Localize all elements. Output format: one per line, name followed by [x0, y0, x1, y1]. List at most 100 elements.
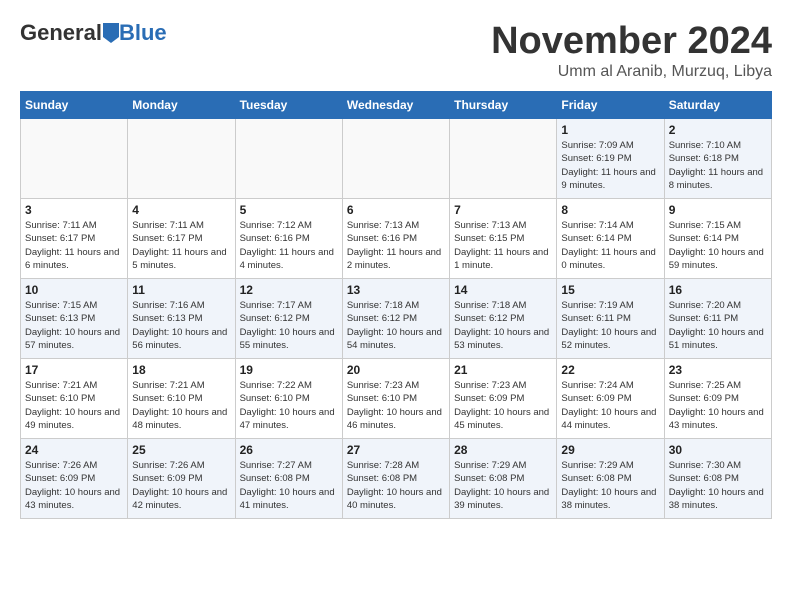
day-number: 8 [561, 203, 659, 217]
calendar-day-cell: 2 Sunrise: 7:10 AM Sunset: 6:18 PM Daylig… [664, 119, 771, 199]
calendar-day-cell [21, 119, 128, 199]
calendar-day-cell: 19 Sunrise: 7:22 AM Sunset: 6:10 PM Dayli… [235, 359, 342, 439]
calendar-day-cell: 24 Sunrise: 7:26 AM Sunset: 6:09 PM Dayli… [21, 439, 128, 519]
day-number: 16 [669, 283, 767, 297]
calendar-week-row: 3 Sunrise: 7:11 AM Sunset: 6:17 PM Daylig… [21, 199, 772, 279]
calendar-day-cell: 13 Sunrise: 7:18 AM Sunset: 6:12 PM Dayli… [342, 279, 449, 359]
day-number: 21 [454, 363, 552, 377]
day-number: 14 [454, 283, 552, 297]
calendar-day-cell: 21Sunrise: 7:23 AM Sunset: 6:09 PM Dayli… [450, 359, 557, 439]
calendar-day-cell: 10 Sunrise: 7:15 AM Sunset: 6:13 PM Dayli… [21, 279, 128, 359]
day-of-week-header: Friday [557, 92, 664, 119]
calendar-week-row: 1Sunrise: 7:09 AM Sunset: 6:19 PM Daylig… [21, 119, 772, 199]
day-number: 17 [25, 363, 123, 377]
calendar-day-cell: 11 Sunrise: 7:16 AM Sunset: 6:13 PM Dayli… [128, 279, 235, 359]
day-info: Sunrise: 7:18 AM Sunset: 6:12 PM Dayligh… [454, 299, 552, 352]
day-info: Sunrise: 7:10 AM Sunset: 6:18 PM Dayligh… [669, 139, 767, 192]
day-info: Sunrise: 7:18 AM Sunset: 6:12 PM Dayligh… [347, 299, 445, 352]
day-info: Sunrise: 7:23 AM Sunset: 6:10 PM Dayligh… [347, 379, 445, 432]
day-info: Sunrise: 7:09 AM Sunset: 6:19 PM Dayligh… [561, 139, 659, 192]
day-number: 30 [669, 443, 767, 457]
day-info: Sunrise: 7:24 AM Sunset: 6:09 PM Dayligh… [561, 379, 659, 432]
day-of-week-header: Tuesday [235, 92, 342, 119]
day-number: 9 [669, 203, 767, 217]
logo-general-text: General [20, 20, 102, 46]
calendar-day-cell: 28Sunrise: 7:29 AM Sunset: 6:08 PM Dayli… [450, 439, 557, 519]
day-info: Sunrise: 7:12 AM Sunset: 6:16 PM Dayligh… [240, 219, 338, 272]
day-of-week-header: Monday [128, 92, 235, 119]
calendar-day-cell: 4Sunrise: 7:11 AM Sunset: 6:17 PM Daylig… [128, 199, 235, 279]
day-number: 13 [347, 283, 445, 297]
day-info: Sunrise: 7:21 AM Sunset: 6:10 PM Dayligh… [132, 379, 230, 432]
day-number: 15 [561, 283, 659, 297]
calendar-table: SundayMondayTuesdayWednesdayThursdayFrid… [20, 91, 772, 519]
calendar-day-cell [128, 119, 235, 199]
calendar-day-cell: 14 Sunrise: 7:18 AM Sunset: 6:12 PM Dayli… [450, 279, 557, 359]
calendar-day-cell: 27 Sunrise: 7:28 AM Sunset: 6:08 PM Dayli… [342, 439, 449, 519]
calendar-day-cell: 29 Sunrise: 7:29 AM Sunset: 6:08 PM Dayli… [557, 439, 664, 519]
day-info: Sunrise: 7:15 AM Sunset: 6:14 PM Dayligh… [669, 219, 767, 272]
day-number: 27 [347, 443, 445, 457]
day-info: Sunrise: 7:26 AM Sunset: 6:09 PM Dayligh… [132, 459, 230, 512]
calendar-day-cell: 3 Sunrise: 7:11 AM Sunset: 6:17 PM Daylig… [21, 199, 128, 279]
calendar-day-cell: 25 Sunrise: 7:26 AM Sunset: 6:09 PM Dayli… [128, 439, 235, 519]
calendar-day-cell: 7 Sunrise: 7:13 AM Sunset: 6:15 PM Daylig… [450, 199, 557, 279]
day-number: 22 [561, 363, 659, 377]
calendar-day-cell: 17 Sunrise: 7:21 AM Sunset: 6:10 PM Dayli… [21, 359, 128, 439]
day-info: Sunrise: 7:29 AM Sunset: 6:08 PM Dayligh… [561, 459, 659, 512]
day-info: Sunrise: 7:17 AM Sunset: 6:12 PM Dayligh… [240, 299, 338, 352]
day-number: 19 [240, 363, 338, 377]
day-number: 3 [25, 203, 123, 217]
day-info: Sunrise: 7:30 AM Sunset: 6:08 PM Dayligh… [669, 459, 767, 512]
calendar-day-cell: 9 Sunrise: 7:15 AM Sunset: 6:14 PM Daylig… [664, 199, 771, 279]
day-info: Sunrise: 7:13 AM Sunset: 6:16 PM Dayligh… [347, 219, 445, 272]
calendar-day-cell: 26Sunrise: 7:27 AM Sunset: 6:08 PM Dayli… [235, 439, 342, 519]
day-number: 25 [132, 443, 230, 457]
day-number: 20 [347, 363, 445, 377]
day-number: 7 [454, 203, 552, 217]
day-number: 10 [25, 283, 123, 297]
day-info: Sunrise: 7:13 AM Sunset: 6:15 PM Dayligh… [454, 219, 552, 272]
day-of-week-header: Thursday [450, 92, 557, 119]
month-title: November 2024 [491, 20, 772, 63]
calendar-day-cell: 20 Sunrise: 7:23 AM Sunset: 6:10 PM Dayli… [342, 359, 449, 439]
day-info: Sunrise: 7:28 AM Sunset: 6:08 PM Dayligh… [347, 459, 445, 512]
calendar-day-cell: 22 Sunrise: 7:24 AM Sunset: 6:09 PM Dayli… [557, 359, 664, 439]
calendar-day-cell [342, 119, 449, 199]
calendar-day-cell [450, 119, 557, 199]
page-header: General Blue November 2024 Umm al Aranib… [20, 20, 772, 81]
day-info: Sunrise: 7:21 AM Sunset: 6:10 PM Dayligh… [25, 379, 123, 432]
day-info: Sunrise: 7:15 AM Sunset: 6:13 PM Dayligh… [25, 299, 123, 352]
day-number: 11 [132, 283, 230, 297]
logo: General Blue [20, 20, 167, 46]
day-info: Sunrise: 7:16 AM Sunset: 6:13 PM Dayligh… [132, 299, 230, 352]
day-number: 18 [132, 363, 230, 377]
day-number: 29 [561, 443, 659, 457]
day-info: Sunrise: 7:11 AM Sunset: 6:17 PM Dayligh… [132, 219, 230, 272]
day-number: 24 [25, 443, 123, 457]
calendar-week-row: 10 Sunrise: 7:15 AM Sunset: 6:13 PM Dayli… [21, 279, 772, 359]
calendar-day-cell [235, 119, 342, 199]
calendar-day-cell: 12Sunrise: 7:17 AM Sunset: 6:12 PM Dayli… [235, 279, 342, 359]
day-info: Sunrise: 7:25 AM Sunset: 6:09 PM Dayligh… [669, 379, 767, 432]
calendar-day-cell: 16Sunrise: 7:20 AM Sunset: 6:11 PM Dayli… [664, 279, 771, 359]
calendar-day-cell: 30 Sunrise: 7:30 AM Sunset: 6:08 PM Dayli… [664, 439, 771, 519]
day-info: Sunrise: 7:14 AM Sunset: 6:14 PM Dayligh… [561, 219, 659, 272]
calendar-day-cell: 18 Sunrise: 7:21 AM Sunset: 6:10 PM Dayli… [128, 359, 235, 439]
day-info: Sunrise: 7:11 AM Sunset: 6:17 PM Dayligh… [25, 219, 123, 272]
calendar-header-row: SundayMondayTuesdayWednesdayThursdayFrid… [21, 92, 772, 119]
calendar-week-row: 24 Sunrise: 7:26 AM Sunset: 6:09 PM Dayli… [21, 439, 772, 519]
day-info: Sunrise: 7:22 AM Sunset: 6:10 PM Dayligh… [240, 379, 338, 432]
logo-icon [103, 23, 119, 43]
day-number: 6 [347, 203, 445, 217]
day-info: Sunrise: 7:26 AM Sunset: 6:09 PM Dayligh… [25, 459, 123, 512]
day-of-week-header: Saturday [664, 92, 771, 119]
calendar-day-cell: 15Sunrise: 7:19 AM Sunset: 6:11 PM Dayli… [557, 279, 664, 359]
calendar-day-cell: 8 Sunrise: 7:14 AM Sunset: 6:14 PM Daylig… [557, 199, 664, 279]
day-number: 2 [669, 123, 767, 137]
location-subtitle: Umm al Aranib, Murzuq, Libya [491, 63, 772, 81]
day-number: 26 [240, 443, 338, 457]
calendar-week-row: 17 Sunrise: 7:21 AM Sunset: 6:10 PM Dayli… [21, 359, 772, 439]
title-section: November 2024 Umm al Aranib, Murzuq, Lib… [491, 20, 772, 81]
day-info: Sunrise: 7:29 AM Sunset: 6:08 PM Dayligh… [454, 459, 552, 512]
